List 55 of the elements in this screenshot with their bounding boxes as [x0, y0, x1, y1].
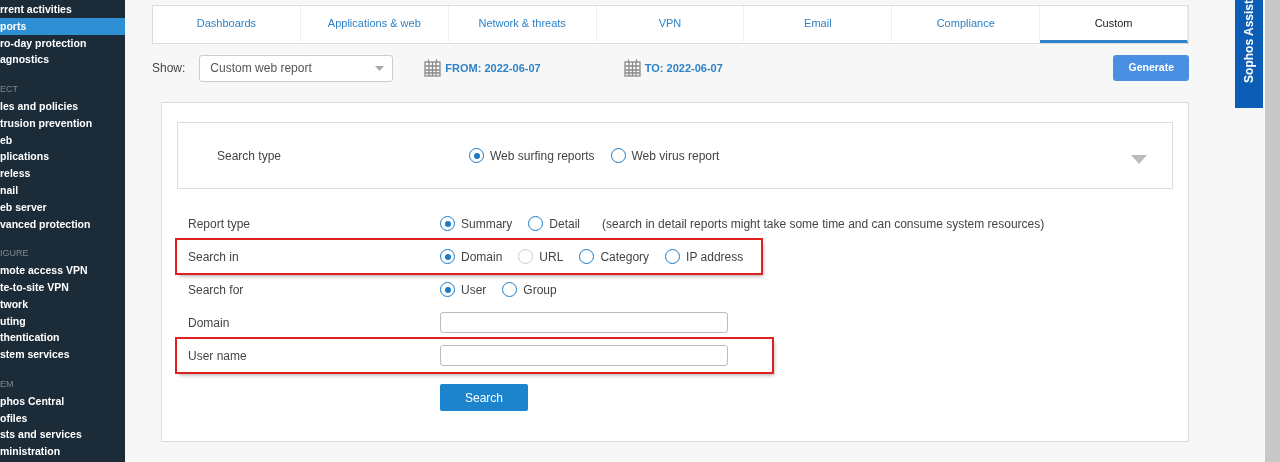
sidebar-item[interactable]: vanced protection: [0, 215, 125, 233]
radio-option[interactable]: Summary: [440, 214, 513, 233]
sidebar-item[interactable]: eb: [0, 131, 125, 149]
radio-option[interactable]: Web surfing reports: [469, 146, 595, 165]
sidebar-item[interactable]: les and policies: [0, 98, 125, 115]
sidebar-item[interactable]: rrent activities: [0, 1, 125, 18]
field-label: Search type: [217, 147, 283, 165]
report-dropdown[interactable]: Custom web report: [199, 54, 394, 82]
field-label: Report type: [188, 215, 252, 233]
field-label: Domain: [188, 314, 231, 332]
expand-caret-icon[interactable]: [1131, 155, 1147, 164]
caret-icon: [375, 65, 385, 71]
tab[interactable]: Custom: [1040, 6, 1188, 43]
sidebar-item[interactable]: agnostics: [0, 51, 125, 69]
sidebar-item[interactable]: phos Central: [0, 392, 125, 410]
input-field[interactable]: [440, 345, 728, 366]
show-label: Show:: [152, 60, 186, 77]
sidebar-item[interactable]: stem services: [0, 346, 125, 363]
radio-option[interactable]: Domain: [440, 247, 503, 266]
sidebar-item[interactable]: ro-day protection: [0, 34, 125, 52]
calendar-icon: [424, 59, 442, 77]
scrollbar[interactable]: [1265, 0, 1280, 462]
calendar-icon: [623, 59, 641, 77]
from-date[interactable]: FROM: 2022-06-07: [445, 59, 541, 77]
sidebar-item[interactable]: thentication: [0, 329, 125, 347]
radio-option[interactable]: Web virus report: [610, 146, 720, 165]
assistant-tab[interactable]: Sophos Assist: [1235, 0, 1263, 108]
radio-option[interactable]: Category: [579, 247, 650, 266]
sidebar-section-heading: IGURE: [0, 247, 30, 261]
field-label: User name: [188, 347, 248, 365]
input-field[interactable]: [440, 312, 728, 333]
radio-option[interactable]: Group: [502, 280, 557, 299]
field-label: Search for: [188, 281, 245, 299]
sidebar-item[interactable]: nail: [0, 181, 125, 199]
to-date[interactable]: TO: 2022-06-07: [644, 59, 723, 77]
sidebar-item[interactable]: trusion prevention: [0, 114, 125, 132]
radio-option[interactable]: User: [440, 280, 487, 299]
sidebar-section-heading: EM: [0, 377, 15, 391]
sidebar-item[interactable]: plications: [0, 148, 125, 166]
radio-option[interactable]: Detail: [528, 214, 581, 233]
sidebar-item[interactable]: ports: [0, 17, 125, 35]
sidebar-item[interactable]: te-to-site VPN: [0, 278, 125, 296]
radio-option[interactable]: IP address: [665, 247, 744, 266]
sidebar-item[interactable]: eb server: [0, 198, 125, 216]
search-button[interactable]: Search: [440, 384, 528, 411]
sidebar-section-heading: ECT: [0, 83, 19, 97]
field-label: Search in: [188, 248, 240, 266]
sidebar-item[interactable]: ofiles: [0, 409, 125, 427]
sidebar-item[interactable]: ministration: [0, 443, 125, 460]
sidebar-item[interactable]: twork: [0, 295, 125, 313]
sidebar-item[interactable]: uting: [0, 312, 125, 330]
sidebar-item[interactable]: reless: [0, 165, 125, 182]
sidebar-item[interactable]: mote access VPN: [0, 262, 125, 279]
sidebar-item[interactable]: sts and services: [0, 426, 125, 444]
hint-text: (search in detail reports might take some time and can consume system resources): [602, 215, 1045, 233]
